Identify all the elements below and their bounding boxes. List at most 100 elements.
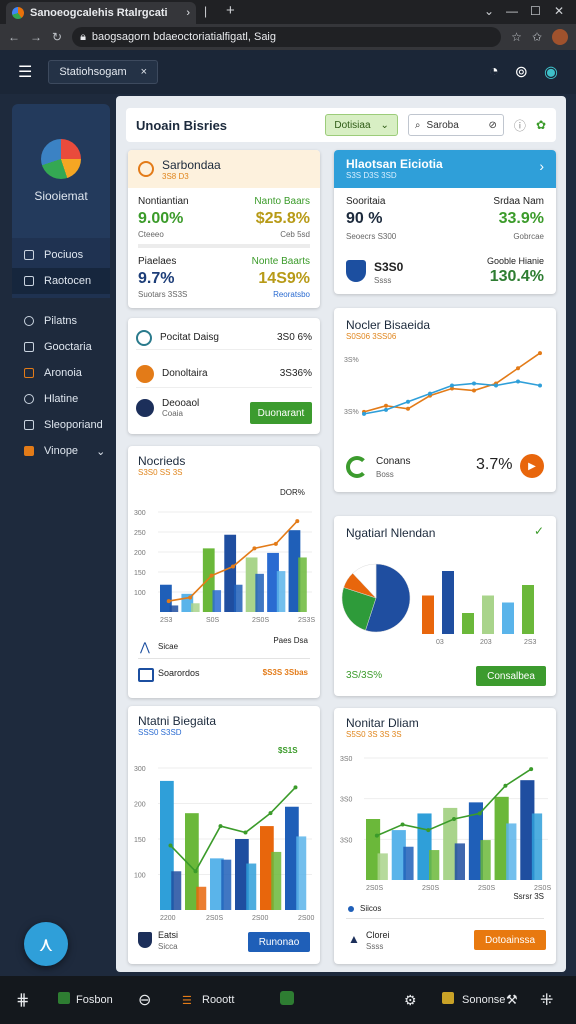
sidebar-item-vinope[interactable]: Vinope ⌄ xyxy=(12,438,110,464)
shield-icon xyxy=(138,932,152,948)
bottom-item[interactable]: Sononse xyxy=(462,994,505,1006)
metric-value: S3S0 xyxy=(374,260,404,274)
calendar-icon xyxy=(138,668,154,682)
list-icon xyxy=(24,276,34,286)
forward-icon[interactable]: → xyxy=(30,30,42,44)
shield-icon[interactable] xyxy=(280,991,294,1005)
reload-icon[interactable]: ↻ xyxy=(52,30,62,44)
grid-icon[interactable]: ⋕ xyxy=(16,990,29,1010)
list-icon: ☰ xyxy=(182,994,192,1007)
x-tick-label: 2S00 xyxy=(252,915,268,922)
sidebar-item-gooctaria[interactable]: Gooctaria xyxy=(12,334,110,360)
sidebar-item-label: Pilatns xyxy=(44,315,78,327)
apps-icon[interactable]: ⁜ xyxy=(540,990,553,1010)
header-tag-label: Statiohsogam xyxy=(59,66,127,78)
data-point xyxy=(406,406,410,411)
data-point xyxy=(538,351,542,356)
maximize-icon[interactable]: ☐ xyxy=(530,4,541,18)
card-subtitle: S3S D3S 3SD xyxy=(346,171,397,180)
action-button[interactable]: Consalbea xyxy=(476,666,546,686)
data-point xyxy=(494,383,498,388)
data-point xyxy=(503,783,508,788)
check-icon[interactable]: ✓ xyxy=(534,524,544,538)
list-item[interactable]: Donoltaira 3S36% xyxy=(136,360,312,388)
header-tag[interactable]: Statiohsogam × xyxy=(48,60,159,84)
clear-icon[interactable]: ⊘ xyxy=(489,120,497,131)
y-tick-label: 3S0 xyxy=(340,837,353,844)
power-icon[interactable]: ⊖ xyxy=(138,990,151,1010)
info-icon[interactable]: ⓘ xyxy=(514,117,526,134)
action-button[interactable]: Dotoainssa xyxy=(474,930,546,950)
puzzle-icon[interactable]: ✿ xyxy=(536,118,546,132)
new-tab-icon[interactable]: + xyxy=(226,2,235,19)
y-tick-label: 300 xyxy=(134,510,146,517)
notification-icon[interactable]: ⊚ xyxy=(515,62,528,82)
chevron-down-icon[interactable]: ⌄ xyxy=(484,4,494,18)
profile-avatar[interactable] xyxy=(552,29,568,45)
data-point xyxy=(472,381,476,386)
data-point xyxy=(384,403,388,408)
menu-icon[interactable]: ☰ xyxy=(18,62,32,82)
add-fab-button[interactable]: ⋏ xyxy=(24,922,68,966)
browser-tab[interactable]: Sanoeogcalehis Rtalrgcati › xyxy=(6,2,196,24)
close-window-icon[interactable]: ✕ xyxy=(554,4,564,18)
content-topbar: Unoain Bisries Dotisiaa ⌄ ⌕ Saroba ⊘ ⓘ ✿ xyxy=(126,108,556,142)
bar xyxy=(522,585,534,634)
data-point xyxy=(243,830,248,835)
minimize-icon[interactable]: — xyxy=(506,4,518,18)
highlight-card: Hlaotsan Eiciotia S3S D3S 3SD › Sooritai… xyxy=(334,150,556,294)
action-button[interactable]: Duonarant xyxy=(250,402,312,424)
chevron-right-icon[interactable]: › xyxy=(539,158,544,174)
footer-note: Sicca xyxy=(158,942,178,951)
y-tick-label: 150 xyxy=(134,837,146,844)
list-item-label: Donoltaira xyxy=(162,368,208,379)
sidebar-item-aronoia[interactable]: Aronoia xyxy=(12,360,110,386)
bookmark-star-icon[interactable]: ☆ xyxy=(511,30,522,44)
bar xyxy=(403,846,414,880)
action-button[interactable]: Runonao xyxy=(248,932,310,952)
back-icon[interactable]: ← xyxy=(8,30,20,44)
card-title: Nonitar Dliam xyxy=(346,716,419,730)
bar xyxy=(233,584,243,612)
pie-bar-chart: 03 203 2S3 xyxy=(341,563,537,644)
dot-icon xyxy=(348,906,354,912)
x-tick-label: 2S0S xyxy=(422,885,439,892)
play-button[interactable]: ▶ xyxy=(520,454,544,478)
y-tick-label: 200 xyxy=(134,802,146,809)
bar xyxy=(298,557,307,612)
user-icon[interactable]: ◉ xyxy=(544,62,558,82)
sidebar-item-sleoporiand[interactable]: Sleoporiand xyxy=(12,412,110,438)
sidebar-item-pilatns[interactable]: Pilatns xyxy=(12,308,110,334)
help-icon[interactable]: ◔ xyxy=(489,63,499,81)
y-tick-label: 150 xyxy=(134,570,146,577)
filter-dropdown[interactable]: Dotisiaa ⌄ xyxy=(325,114,398,136)
tools-icon[interactable]: ⚒ xyxy=(506,992,518,1008)
data-point xyxy=(295,519,300,524)
bar xyxy=(169,605,179,612)
x-tick-label: S0S xyxy=(206,617,220,624)
metric-value: $25.8% xyxy=(255,210,310,227)
tab-close-icon[interactable]: › xyxy=(186,7,190,19)
page-title: Unoain Bisries xyxy=(136,117,228,133)
search-input[interactable]: ⌕ Saroba ⊘ xyxy=(407,114,504,136)
sidebar-item-raotocen[interactable]: Raotocen xyxy=(12,268,110,294)
bottom-item[interactable]: Fosbon xyxy=(76,994,113,1006)
bottom-item[interactable]: Rooott xyxy=(202,994,234,1006)
card-title: Nocrieds xyxy=(138,454,186,468)
x-tick-label: 2S0S xyxy=(478,885,495,892)
data-point xyxy=(193,869,198,874)
settings-icon[interactable]: ⚙ xyxy=(404,992,417,1009)
x-tick-label: 2S0S xyxy=(366,885,383,892)
metric-value: 90 % xyxy=(346,210,383,227)
data-point xyxy=(218,824,223,829)
url-field[interactable]: 🔒︎ baogsagorn bdaeoctoriatialfigatl, Sai… xyxy=(72,27,502,47)
sidebar-item-hlatine[interactable]: Hlatine xyxy=(12,386,110,412)
sidebar-item-pociuos[interactable]: Pociuos xyxy=(12,242,110,268)
list-card: Pocitat Daisg 3S0 6% Donoltaira 3S36% De… xyxy=(128,318,320,434)
list-item-label: Deooaol xyxy=(162,398,200,409)
bar xyxy=(191,603,200,612)
extensions-icon[interactable]: ✩ xyxy=(532,30,542,44)
header-tag-close-icon[interactable]: × xyxy=(141,66,147,78)
data-point xyxy=(426,828,431,833)
list-item[interactable]: Pocitat Daisg 3S0 6% xyxy=(136,326,312,350)
